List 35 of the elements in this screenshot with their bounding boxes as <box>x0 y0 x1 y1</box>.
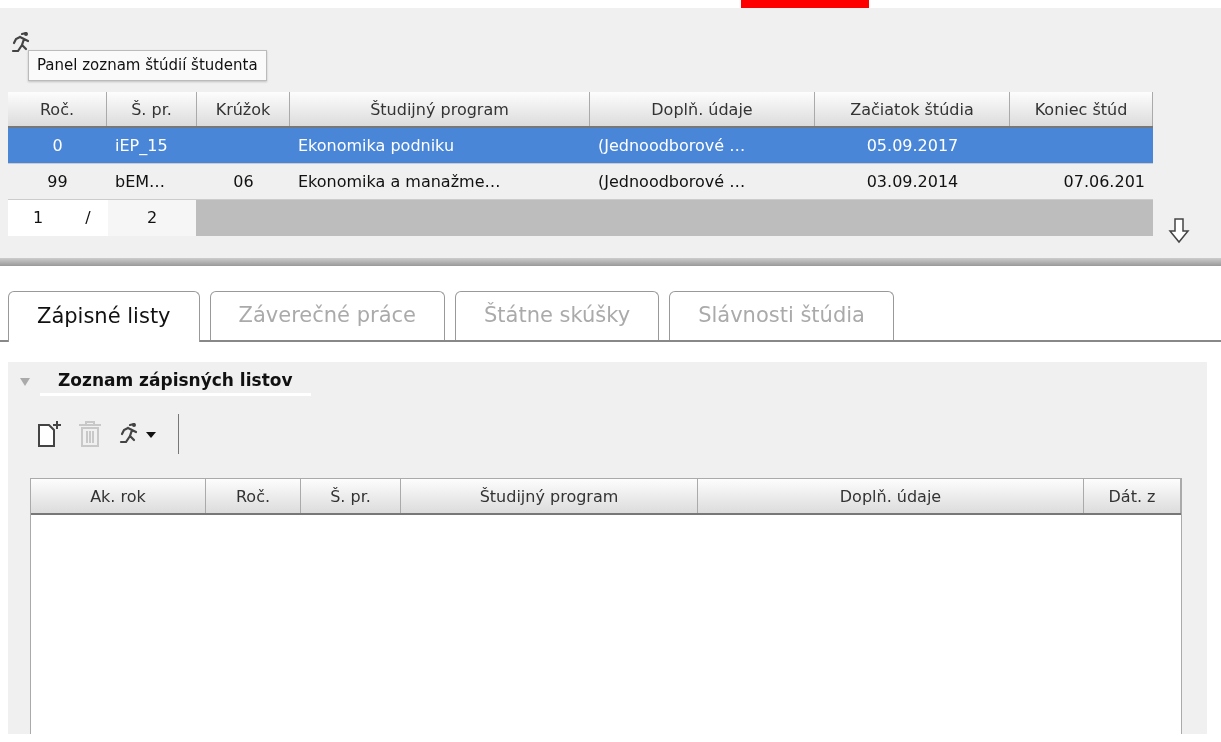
table-cell-text: Ekonomika a manažme… <box>297 171 502 193</box>
table-cell-text: 07.06.201 <box>1062 171 1146 193</box>
column-header[interactable]: Roč. <box>206 479 301 513</box>
page-separator: / <box>85 208 91 227</box>
table-cell-text: 99 <box>46 171 69 193</box>
tooltip: Panel zoznam štúdií študenta <box>28 50 267 81</box>
table-cell-text: 0 <box>51 135 64 157</box>
table-cell-text: 03.09.2014 <box>865 171 960 193</box>
column-header[interactable]: Krúžok <box>197 92 290 126</box>
column-header[interactable]: Študijný program <box>290 92 590 126</box>
table-cell-text: 05.09.2017 <box>865 135 960 157</box>
column-header[interactable]: Študijný program <box>401 479 698 513</box>
column-header[interactable]: Koniec štúd <box>1010 92 1153 126</box>
page-number: 1 <box>8 200 68 236</box>
tab[interactable]: Zápisné listy <box>8 291 200 342</box>
section-title: Zoznam zápisných listov <box>40 367 311 396</box>
column-header[interactable]: Roč. <box>8 92 107 126</box>
column-header[interactable]: Š. pr. <box>107 92 197 126</box>
collapse-toggle-icon[interactable] <box>20 376 30 387</box>
column-header[interactable]: Dát. z <box>1084 479 1181 513</box>
column-header[interactable]: Začiatok štúdia <box>815 92 1010 126</box>
table-cell-text: bEM… <box>114 171 167 193</box>
down-arrow-icon[interactable] <box>1168 218 1190 244</box>
column-header[interactable]: Doplň. údaje <box>698 479 1084 513</box>
table-cell-text: iEP_15 <box>114 135 169 157</box>
table-row[interactable]: 0 iEP_15 Ekonomika podniku (Jednoodborové … 05.09.2017 <box>8 128 1153 164</box>
page-count: 2 <box>108 200 196 236</box>
column-header[interactable]: Ak. rok <box>31 479 206 513</box>
runner-icon <box>10 30 32 55</box>
table-cell-text: (Jednoodborové … <box>597 171 747 193</box>
table-cell-text: Ekonomika podniku <box>297 135 456 157</box>
table-cell-text: (Jednoodborové … <box>597 135 747 157</box>
table-cell-text: 06 <box>232 171 255 193</box>
column-header[interactable]: Š. pr. <box>301 479 401 513</box>
column-header[interactable]: Doplň. údaje <box>590 92 815 126</box>
